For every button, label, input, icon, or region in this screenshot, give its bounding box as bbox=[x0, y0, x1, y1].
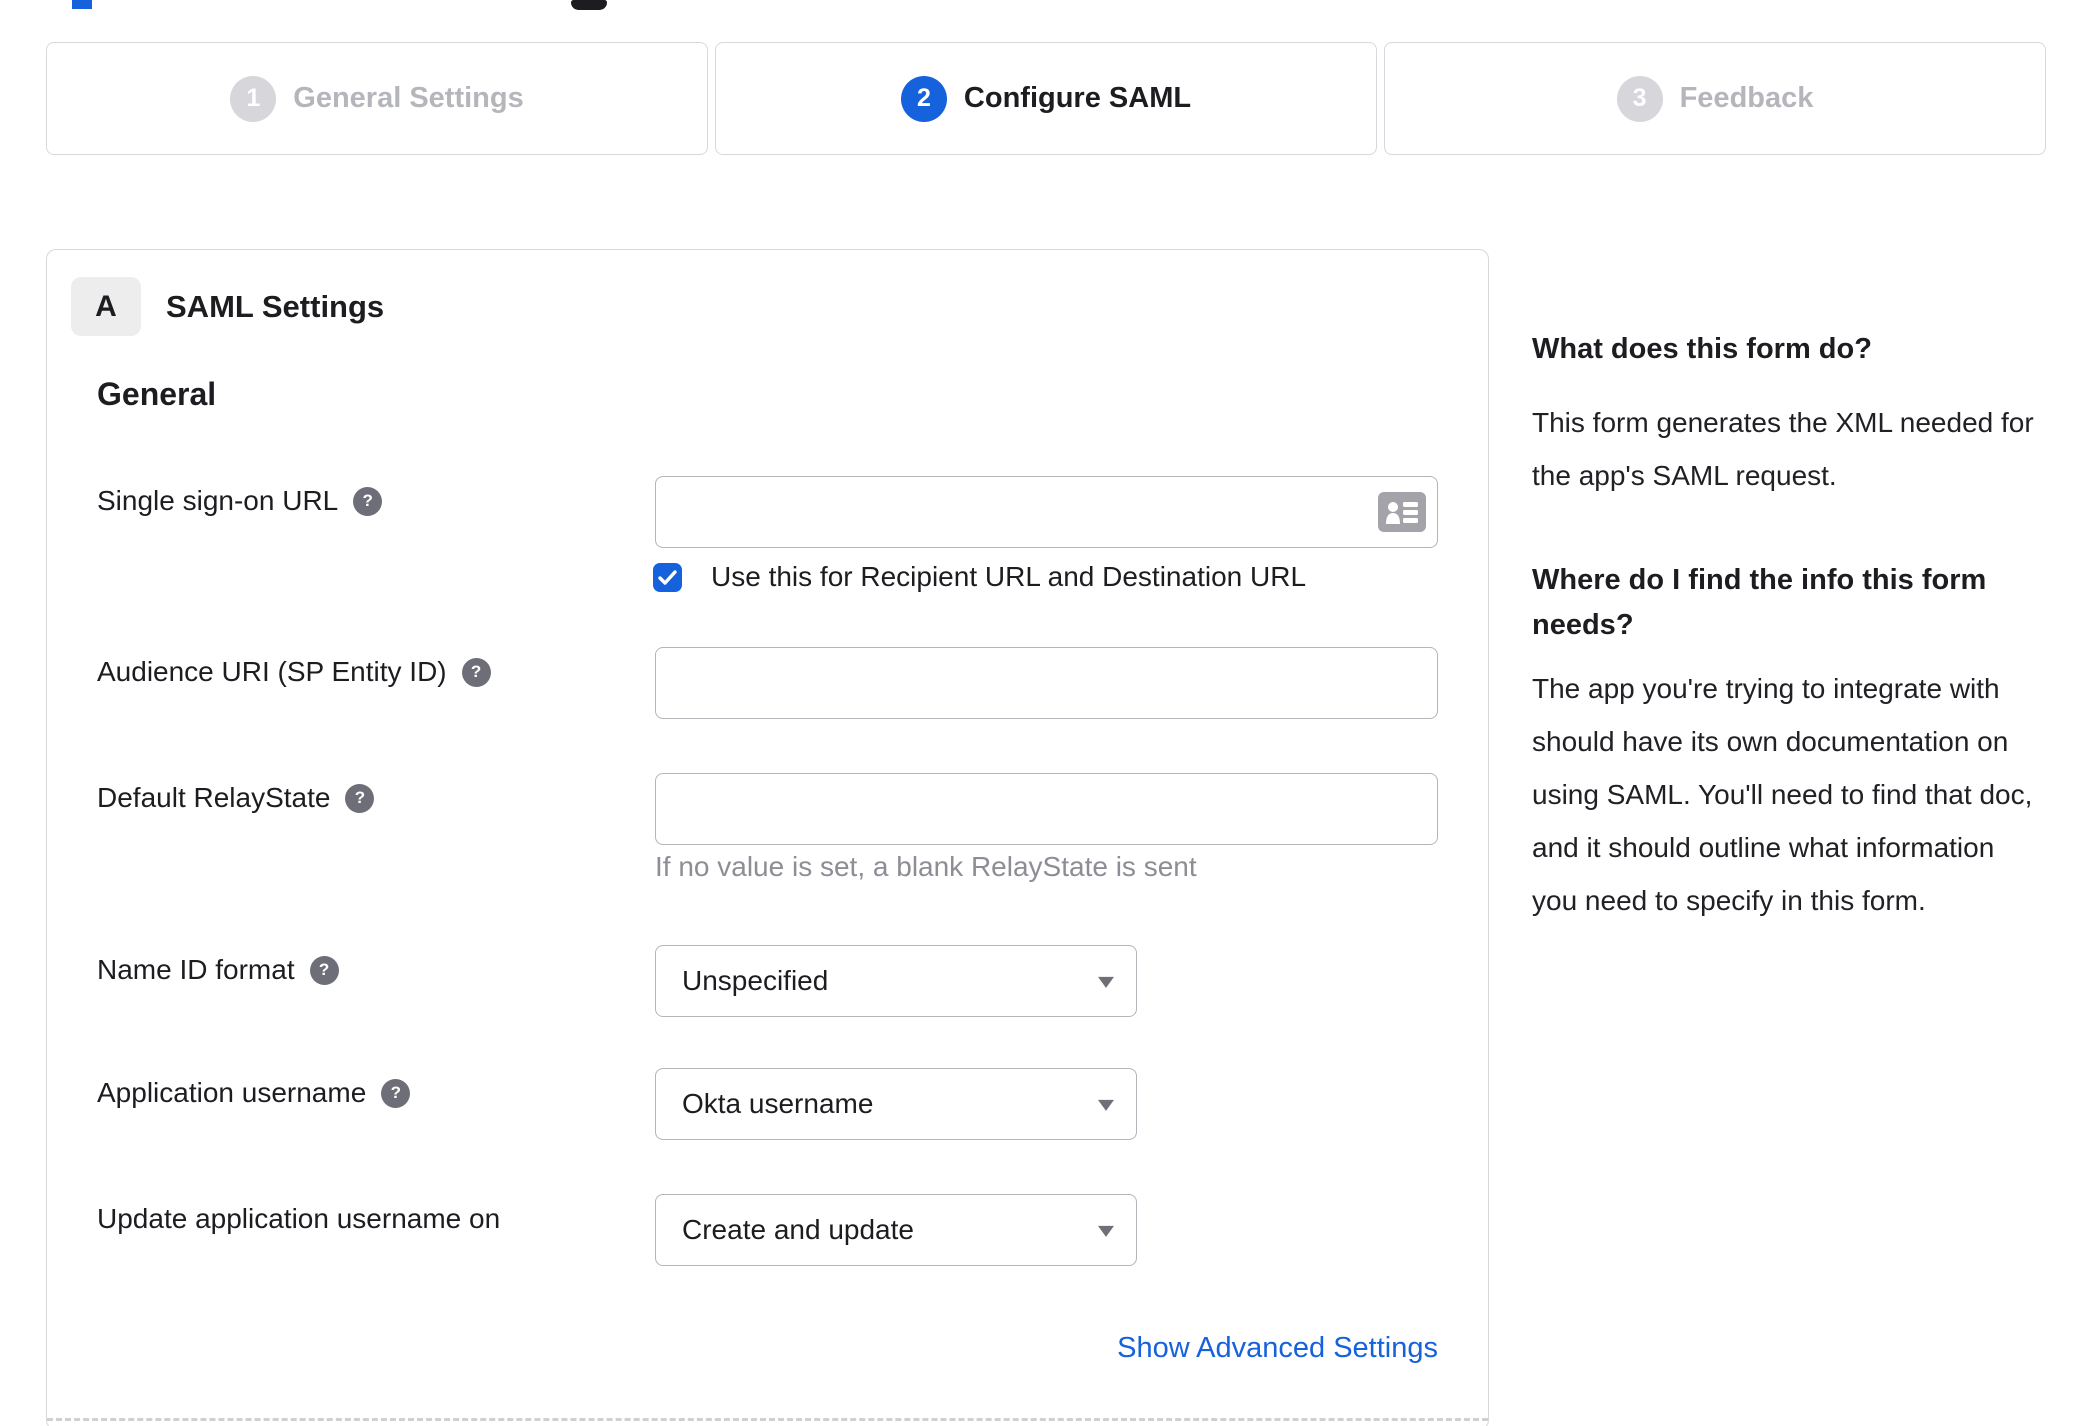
checkmark-icon bbox=[658, 569, 677, 585]
update-username-label-text: Update application username on bbox=[97, 1203, 501, 1234]
audience-uri-label: Audience URI (SP Entity ID) ? bbox=[97, 651, 491, 693]
relay-state-label-text: Default RelayState bbox=[97, 782, 331, 813]
step-1-number-badge: 1 bbox=[230, 75, 277, 122]
name-id-format-help-icon[interactable]: ? bbox=[309, 955, 339, 985]
sso-url-label: Single sign-on URL ? bbox=[97, 480, 383, 522]
audience-uri-help-icon[interactable]: ? bbox=[461, 657, 491, 687]
audience-uri-input[interactable] bbox=[655, 647, 1438, 719]
triangle-down-icon bbox=[1098, 976, 1114, 988]
sso-url-input-wrap bbox=[655, 476, 1438, 548]
triangle-down-icon bbox=[1098, 1099, 1114, 1111]
step-2-label: Configure SAML bbox=[963, 82, 1192, 114]
name-id-format-value: Unspecified bbox=[682, 965, 829, 996]
help-panel: What does this form do? This form genera… bbox=[1532, 327, 2047, 927]
section-title: SAML Settings bbox=[166, 288, 385, 324]
step-3-label: Feedback bbox=[1679, 82, 1814, 114]
relay-state-helper: If no value is set, a blank RelayState i… bbox=[655, 851, 1197, 882]
audience-uri-label-text: Audience URI (SP Entity ID) bbox=[97, 656, 447, 687]
step-general-settings: 1 General Settings bbox=[46, 42, 708, 155]
recipient-url-checkbox[interactable] bbox=[653, 562, 682, 592]
wizard-step-bar: 1 General Settings 2 Configure SAML 3 Fe… bbox=[46, 42, 2046, 155]
step-2-number-badge: 2 bbox=[900, 75, 947, 122]
application-username-select[interactable]: Okta username bbox=[655, 1068, 1137, 1140]
name-id-format-label-text: Name ID format bbox=[97, 954, 295, 985]
saml-settings-card: A SAML Settings General Single sign-on U… bbox=[46, 249, 1489, 1426]
step-1-label: General Settings bbox=[293, 82, 524, 114]
application-username-value: Okta username bbox=[682, 1088, 874, 1119]
show-advanced-settings-link[interactable]: Show Advanced Settings bbox=[655, 1332, 1438, 1365]
step-3-number-badge: 3 bbox=[1616, 75, 1663, 122]
sso-url-help-icon[interactable]: ? bbox=[353, 486, 383, 516]
section-dashed-divider bbox=[47, 1418, 1488, 1421]
variable-picker-icon[interactable] bbox=[1378, 492, 1426, 532]
general-group-heading: General bbox=[97, 376, 217, 412]
step-feedback: 3 Feedback bbox=[1384, 42, 2046, 155]
recipient-url-checkbox-row: Use this for Recipient URL and Destinati… bbox=[653, 561, 1306, 593]
name-id-format-select[interactable]: Unspecified bbox=[655, 945, 1137, 1017]
update-username-value: Create and update bbox=[682, 1214, 914, 1245]
application-username-label: Application username ? bbox=[97, 1072, 411, 1114]
cropped-blue-artifact bbox=[72, 0, 92, 9]
application-username-help-icon[interactable]: ? bbox=[381, 1078, 411, 1108]
help-q2-title: Where do I find the info this form needs… bbox=[1532, 564, 1987, 641]
update-username-select[interactable]: Create and update bbox=[655, 1194, 1137, 1266]
recipient-url-checkbox-label: Use this for Recipient URL and Destinati… bbox=[711, 561, 1307, 592]
relay-state-help-icon[interactable]: ? bbox=[345, 783, 375, 813]
help-q1-title: What does this form do? bbox=[1532, 333, 1872, 365]
section-a-badge: A bbox=[71, 277, 141, 336]
update-username-label: Update application username on bbox=[97, 1198, 500, 1240]
step-configure-saml: 2 Configure SAML bbox=[715, 42, 1377, 155]
help-q1-body: This form generates the XML needed for t… bbox=[1532, 407, 2034, 491]
sso-url-input[interactable] bbox=[655, 476, 1438, 548]
cropped-black-artifact bbox=[571, 0, 607, 10]
sso-url-label-text: Single sign-on URL bbox=[97, 485, 339, 516]
name-id-format-label: Name ID format ? bbox=[97, 949, 339, 991]
relay-state-input[interactable] bbox=[655, 773, 1438, 845]
application-username-label-text: Application username bbox=[97, 1077, 367, 1108]
relay-state-label: Default RelayState ? bbox=[97, 777, 375, 819]
help-q2-body: The app you're trying to integrate with … bbox=[1532, 673, 2033, 916]
triangle-down-icon bbox=[1098, 1225, 1114, 1237]
